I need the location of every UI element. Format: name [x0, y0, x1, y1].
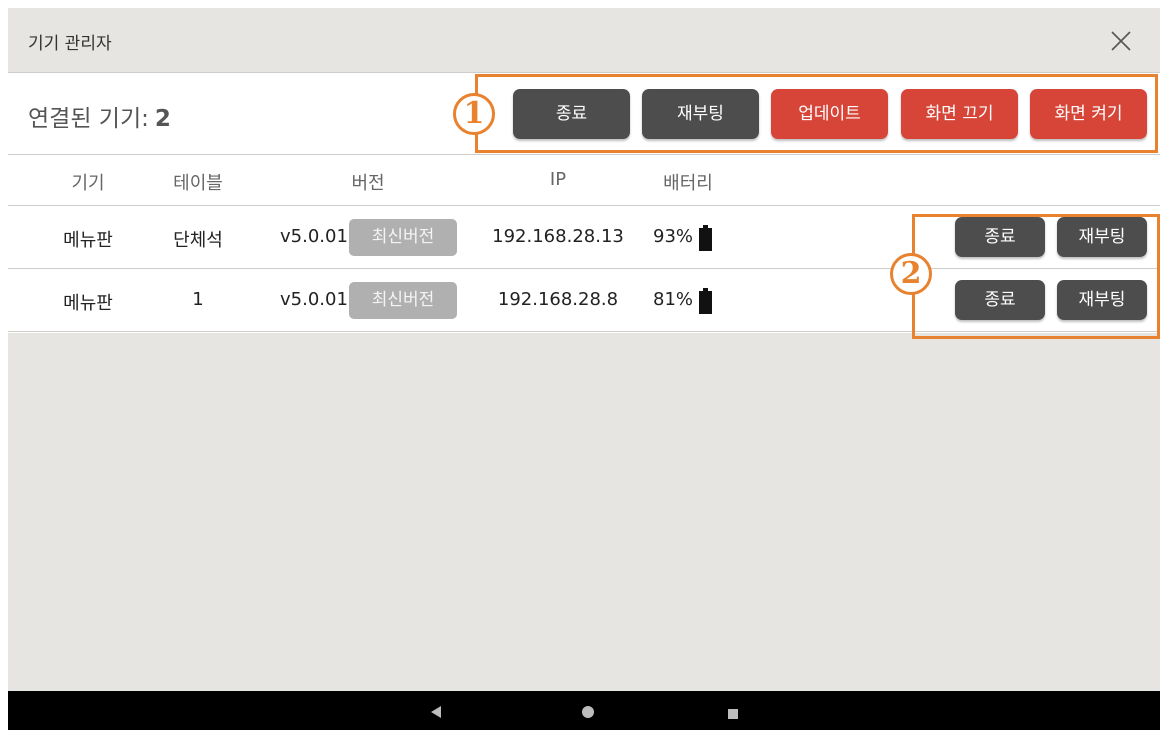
- header-device: 기기: [71, 173, 105, 194]
- latest-version-badge: 최신버전: [349, 282, 457, 319]
- device-panel: 연결된 기기: 2 1 종료 재부팅 업데이트 화면 끄기 화면 켜기 기기 테이…: [8, 73, 1160, 339]
- android-navigation-bar: [8, 691, 1160, 730]
- nav-back-button[interactable]: [430, 704, 442, 723]
- annotation-marker-1: 1: [453, 93, 495, 135]
- device-name: 메뉴판: [63, 293, 113, 314]
- row-actions-highlight: [912, 214, 1160, 339]
- screen-on-button[interactable]: 화면 켜기: [1030, 89, 1147, 139]
- battery-icon: [699, 288, 712, 314]
- device-name: 메뉴판: [63, 230, 113, 251]
- table-name: 1: [192, 289, 204, 310]
- latest-version-badge: 최신버전: [349, 219, 457, 256]
- version-number: v5.0.01: [280, 289, 348, 310]
- header-ip: IP: [549, 169, 567, 190]
- connected-devices-label: 연결된 기기: 2: [28, 99, 171, 133]
- nav-recents-button[interactable]: [727, 705, 739, 724]
- annotation-marker-2: 2: [890, 253, 932, 295]
- back-triangle-icon: [431, 706, 441, 718]
- ip-address: 192.168.28.8: [497, 289, 619, 310]
- table-header: 기기 테이블 버전 IP 배터리: [8, 155, 1160, 206]
- version-number: v5.0.01: [280, 226, 348, 247]
- device-manager-screen: 기기 관리자 연결된 기기: 2 1 종료 재부팅 업데이트 화면 끄기 화면 켜…: [8, 8, 1160, 691]
- battery-percent: 93%: [653, 226, 694, 247]
- shutdown-all-button[interactable]: 종료: [513, 89, 630, 139]
- nav-home-button[interactable]: [581, 704, 595, 723]
- battery-icon: [699, 225, 712, 251]
- window-title: 기기 관리자: [28, 34, 112, 54]
- header-version: 버전: [351, 173, 385, 194]
- close-button[interactable]: [1106, 26, 1136, 56]
- recents-square-icon: [728, 709, 738, 719]
- connected-count-row: 연결된 기기: 2 1 종료 재부팅 업데이트 화면 끄기 화면 켜기: [8, 73, 1160, 155]
- connected-label-text: 연결된 기기:: [28, 106, 149, 132]
- home-circle-icon: [582, 706, 594, 718]
- ip-address: 192.168.28.13: [492, 226, 624, 247]
- table-name: 단체석: [173, 230, 223, 251]
- header-table: 테이블: [173, 173, 223, 194]
- battery-percent: 81%: [653, 289, 694, 310]
- connected-count-value: 2: [154, 106, 171, 132]
- close-icon: [1111, 31, 1131, 51]
- update-button[interactable]: 업데이트: [771, 89, 888, 139]
- header-battery: 배터리: [663, 173, 713, 194]
- screen-off-button[interactable]: 화면 끄기: [901, 89, 1018, 139]
- reboot-all-button[interactable]: 재부팅: [642, 89, 759, 139]
- title-bar: 기기 관리자: [8, 8, 1160, 73]
